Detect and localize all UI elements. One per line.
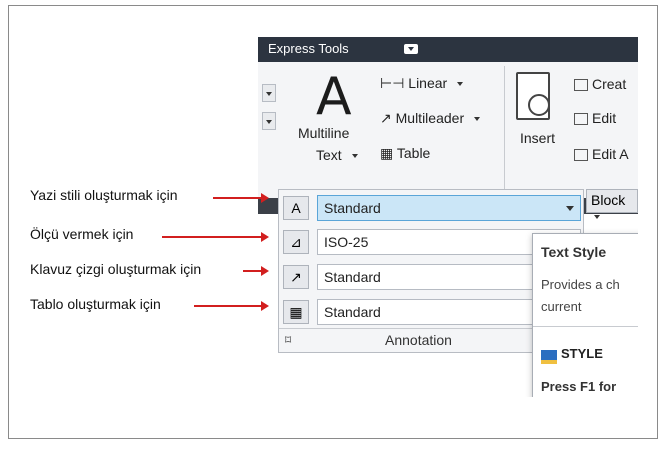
panel-toggle-icon[interactable] — [404, 44, 418, 54]
pin-icon[interactable]: ⌑ — [285, 333, 291, 347]
callout-arrow — [194, 301, 269, 311]
dropdown-button[interactable] — [262, 112, 276, 130]
tooltip-divider — [533, 326, 638, 327]
tooltip-help: Press F1 for — [541, 379, 617, 394]
block-create-button[interactable]: Creat — [574, 76, 626, 92]
ribbon: Express Tools A Multiline Text ⊢⊣ Linear… — [258, 37, 638, 397]
block-panel-label: Block — [591, 192, 626, 208]
multileader-style-icon: ↗ — [283, 265, 309, 289]
multiline-text-label-2: Text — [316, 147, 342, 163]
block-edit-attribute-button[interactable]: Edit A — [574, 146, 629, 162]
callout-arrow — [213, 193, 269, 203]
table-label: Table — [396, 145, 431, 161]
edit-block-icon — [574, 113, 588, 126]
panel-separator — [504, 66, 505, 192]
dimension-style-icon: ⊿ — [283, 230, 309, 254]
linear-button[interactable]: ⊢⊣ Linear — [380, 75, 464, 92]
dimension-style-value: ISO-25 — [324, 234, 369, 250]
chevron-down-icon — [352, 154, 358, 158]
multiline-text-icon: A — [316, 67, 352, 127]
block-edit-attribute-label: Edit A — [592, 146, 629, 162]
text-style-tooltip: Text Style Provides a ch current STYLE P… — [532, 233, 638, 397]
callout-text-style: Yazi stili oluşturmak için — [30, 187, 178, 203]
text-style-select[interactable]: Standard — [317, 195, 581, 221]
tab-express-tools[interactable]: Express Tools — [268, 41, 349, 56]
multileader-button[interactable]: ↗ Multileader — [380, 110, 480, 127]
tooltip-description: Provides a ch current — [541, 277, 620, 314]
linear-dimension-icon: ⊢⊣ — [380, 75, 405, 91]
left-partial-column — [258, 62, 280, 198]
block-create-label: Creat — [592, 76, 627, 92]
callout-arrow — [243, 266, 269, 276]
tooltip-title: Text Style — [541, 244, 607, 260]
callout-arrow — [162, 232, 269, 242]
multileader-style-value: Standard — [324, 269, 381, 285]
table-style-value: Standard — [324, 304, 381, 320]
block-edit-label: Edit — [592, 110, 617, 126]
callout-dimension: Ölçü vermek için — [30, 226, 134, 242]
block-panel-dropdown[interactable]: Block — [586, 189, 638, 220]
table-style-icon: ▦ — [283, 300, 309, 324]
multileader-label: Multileader — [395, 110, 465, 126]
edit-attribute-icon — [574, 149, 588, 162]
annotation-panel-title: Annotation — [385, 332, 452, 348]
chevron-down-icon — [566, 206, 574, 211]
create-block-icon — [574, 79, 588, 92]
ribbon-panel: A Multiline Text ⊢⊣ Linear ↗ Multileader… — [258, 62, 638, 199]
block-edit-button[interactable]: Edit — [574, 110, 616, 126]
linear-label: Linear — [408, 75, 448, 91]
dropdown-button[interactable] — [262, 84, 276, 102]
text-style-icon: A — [283, 196, 309, 220]
callout-table: Tablo oluşturmak için — [30, 296, 161, 312]
multileader-icon: ↗ — [380, 110, 392, 126]
style-command-icon — [541, 350, 557, 364]
table-icon: ▦ — [380, 145, 394, 161]
multiline-text-label-1: Multiline — [298, 125, 350, 141]
text-style-value: Standard — [324, 200, 381, 216]
chevron-down-icon — [594, 215, 600, 220]
chevron-down-icon — [474, 117, 480, 122]
insert-block-icon — [516, 72, 550, 120]
ribbon-tab-bar: Express Tools — [258, 37, 638, 62]
insert-label: Insert — [520, 130, 556, 146]
table-button[interactable]: ▦ Table — [380, 145, 430, 162]
chevron-down-icon — [457, 82, 464, 87]
callout-leader: Klavuz çizgi oluşturmak için — [30, 261, 202, 277]
tooltip-command: STYLE — [561, 346, 603, 361]
